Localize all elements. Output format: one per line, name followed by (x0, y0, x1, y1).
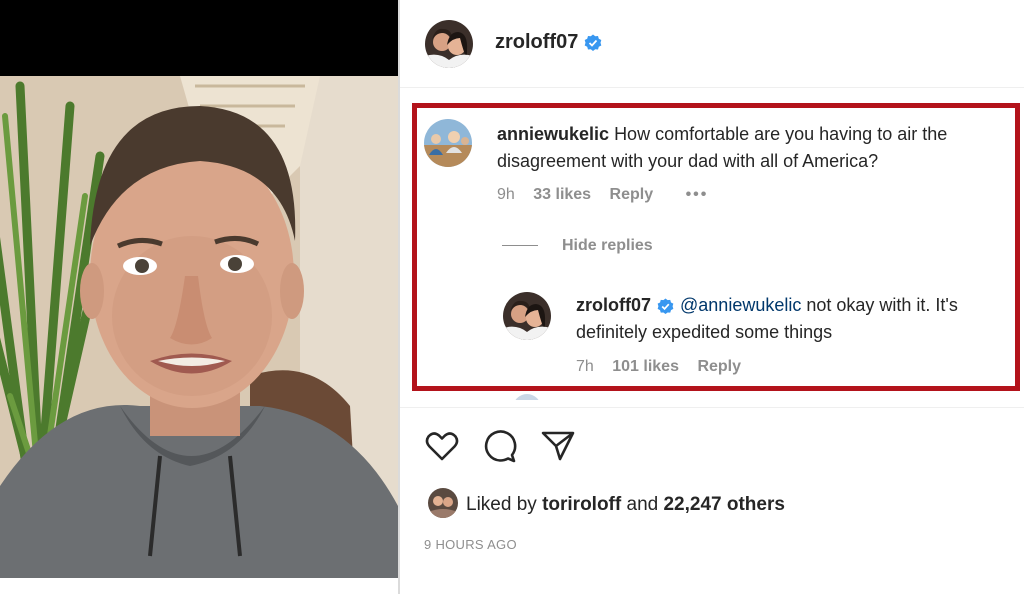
share-button[interactable] (540, 428, 576, 464)
liked-by-prefix: Liked by (466, 494, 537, 516)
comment-meta: 9h 33 likes Reply ••• (497, 186, 722, 204)
comment-icon (484, 430, 517, 463)
reply-body: zroloff07 @anniewukelic not okay with it.… (576, 292, 1016, 346)
share-icon (541, 431, 575, 461)
reply-age: 7h (576, 358, 594, 375)
comment-body: anniewukelic How comfortable are you hav… (497, 121, 1009, 175)
reply-meta: 7h 101 likes Reply (576, 358, 755, 376)
liker-avatar[interactable] (428, 488, 458, 518)
post-timestamp[interactable]: 9 HOURS AGO (424, 537, 517, 552)
comment-age: 9h (497, 186, 515, 203)
hide-replies-label[interactable]: Hide replies (562, 237, 653, 254)
commenter-avatar[interactable] (424, 119, 472, 167)
liked-by-others[interactable]: 22,247 others (663, 494, 784, 515)
post-detail-pane: zroloff07 anniewukelic How comfortable a… (400, 0, 1024, 594)
reply-mention-link[interactable]: @anniewukelic (680, 295, 801, 315)
reply-username[interactable]: zroloff07 (576, 295, 651, 315)
liked-by-row: Liked by toriroloff and 22,247 others (428, 488, 785, 522)
next-comment-avatar-peek (513, 394, 541, 400)
reply-likes[interactable]: 101 likes (612, 358, 679, 375)
reply-avatar[interactable] (503, 292, 551, 340)
post-photo-pane (0, 0, 398, 594)
verified-badge-icon (657, 298, 674, 314)
liked-by-user[interactable]: toriroloff (542, 494, 621, 515)
comment-more-options-icon[interactable]: ••• (686, 186, 709, 203)
like-button[interactable] (424, 428, 460, 464)
photo-letterbox-top (0, 0, 398, 76)
liked-by-conjunction: and (626, 494, 659, 516)
comment-button[interactable] (482, 428, 518, 464)
hide-replies-line (502, 245, 538, 247)
comments-section[interactable]: anniewukelic How comfortable are you hav… (400, 88, 1024, 400)
post-photo (0, 76, 398, 578)
comment-reply-button[interactable]: Reply (610, 186, 654, 203)
author-username-text[interactable]: zroloff07 (495, 31, 578, 53)
photo-letterbox-bottom (0, 578, 398, 594)
hide-replies-button[interactable]: Hide replies (502, 237, 653, 255)
author-avatar[interactable] (425, 20, 473, 68)
actions-separator (400, 407, 1024, 408)
heart-icon (425, 432, 459, 461)
comment-likes[interactable]: 33 likes (533, 186, 591, 203)
reply-reply-button[interactable]: Reply (697, 358, 741, 375)
commenter-username[interactable]: anniewukelic (497, 124, 609, 144)
author-username[interactable]: zroloff07 (495, 31, 602, 54)
verified-badge-icon (585, 34, 602, 51)
post-header: zroloff07 (400, 0, 1024, 88)
